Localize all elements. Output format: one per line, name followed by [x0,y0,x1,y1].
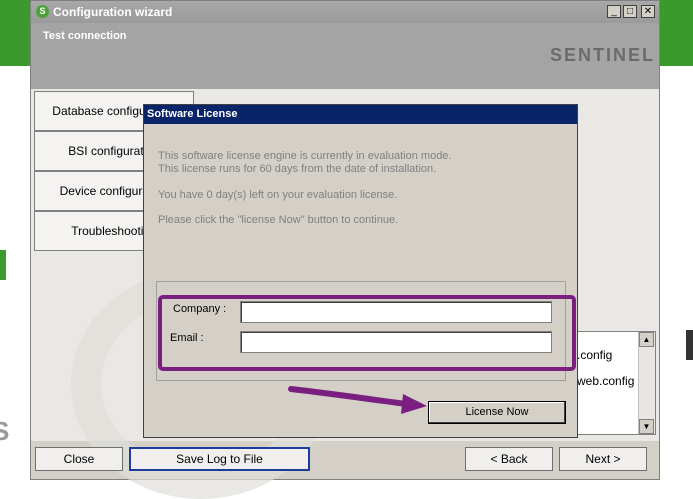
close-button[interactable]: Close [35,447,123,471]
list-item[interactable]: .config [577,348,612,362]
license-now-button[interactable]: License Now [428,401,566,424]
instruction-text: Please click the "license Now" button to… [158,214,399,226]
annotation-arrow-icon [288,386,427,414]
next-button[interactable]: Next > [559,447,647,471]
annotation-highlight-box [158,295,576,371]
scrollbar[interactable]: ▲ ▼ [638,332,655,434]
license-info-line: This software license engine is currentl… [158,150,452,162]
window-title: Configuration wizard [53,5,173,19]
app-icon: S [36,5,49,18]
desktop-edge [686,330,693,360]
desktop-edge-left [0,250,6,280]
scroll-down-icon[interactable]: ▼ [639,419,654,434]
list-item[interactable]: web.config [577,374,634,388]
minimize-button[interactable]: _ [607,5,621,18]
dialog-title: Software License [144,105,577,124]
close-window-button[interactable]: ✕ [641,5,655,18]
wizard-header: Test connection SENTINEL [31,23,659,89]
background-letter: S [0,416,10,446]
maximize-button[interactable]: □ [623,5,637,18]
title-bar: S Configuration wizard _ □ ✕ [31,1,659,23]
save-log-button[interactable]: Save Log to File [129,447,310,471]
desktop-background-right [660,0,693,66]
scroll-up-icon[interactable]: ▲ [639,332,654,347]
brand-logo: SENTINEL [549,45,655,65]
step-title: Test connection [43,30,127,42]
days-left-text: You have 0 day(s) left on your evaluatio… [158,189,398,201]
license-info-line: This license runs for 60 days from the d… [158,163,437,175]
config-file-list[interactable]: .config web.config ▲ ▼ [576,331,656,435]
back-button[interactable]: < Back [465,447,553,471]
